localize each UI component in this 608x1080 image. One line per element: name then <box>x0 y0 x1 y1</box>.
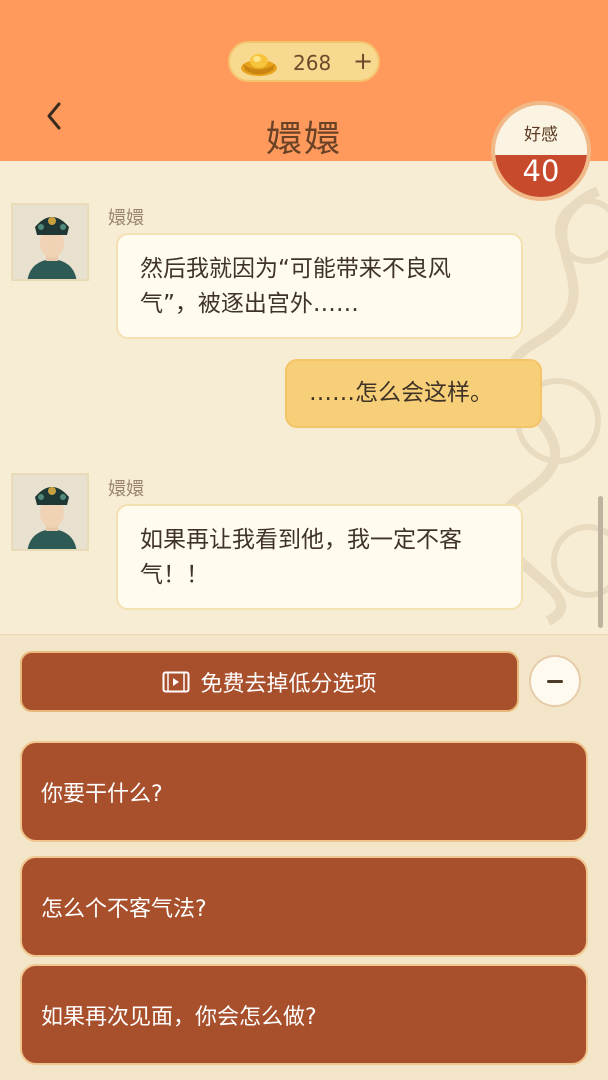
gold-ingot-icon <box>241 54 277 76</box>
portrait-icon <box>13 205 87 279</box>
chat-area[interactable]: 嬛嬛 然后我就因为“可能带来不良风气”，被逐出宫外…… ……怎么会这样。 嬛嬛 … <box>0 161 608 634</box>
collapse-button[interactable] <box>529 655 581 707</box>
add-coins-button[interactable]: + <box>349 46 377 76</box>
reply-option[interactable]: 你要干什么? <box>20 741 588 842</box>
reply-option[interactable]: 如果再次见面，你会怎么做? <box>20 964 588 1065</box>
avatar[interactable] <box>11 203 89 281</box>
message-bubble: 如果再让我看到他，我一定不客气！！ <box>116 504 523 610</box>
reply-panel: 免费去掉低分选项 你要干什么? 怎么个不客气法? 如果再次见面，你会怎么做? <box>0 634 608 1080</box>
avatar[interactable] <box>11 473 89 551</box>
sender-name: 嬛嬛 <box>108 479 144 500</box>
coin-balance[interactable]: 268 + <box>228 41 380 82</box>
minus-icon <box>547 679 563 683</box>
affinity-badge: 好感 40 <box>491 101 591 201</box>
video-icon <box>162 671 190 692</box>
reply-option[interactable]: 怎么个不客气法? <box>20 856 588 957</box>
chat-scrollbar[interactable] <box>598 496 603 628</box>
remove-low-score-button[interactable]: 免费去掉低分选项 <box>20 651 519 712</box>
sender-name: 嬛嬛 <box>108 208 144 229</box>
portrait-icon <box>13 475 87 549</box>
my-message-bubble: ……怎么会这样。 <box>285 359 542 428</box>
coin-count: 268 <box>293 51 332 75</box>
message-bubble: 然后我就因为“可能带来不良风气”，被逐出宫外…… <box>116 233 523 339</box>
affinity-value: 40 <box>522 154 560 188</box>
remove-low-score-label: 免费去掉低分选项 <box>200 671 377 697</box>
affinity-label: 好感 <box>524 125 558 145</box>
